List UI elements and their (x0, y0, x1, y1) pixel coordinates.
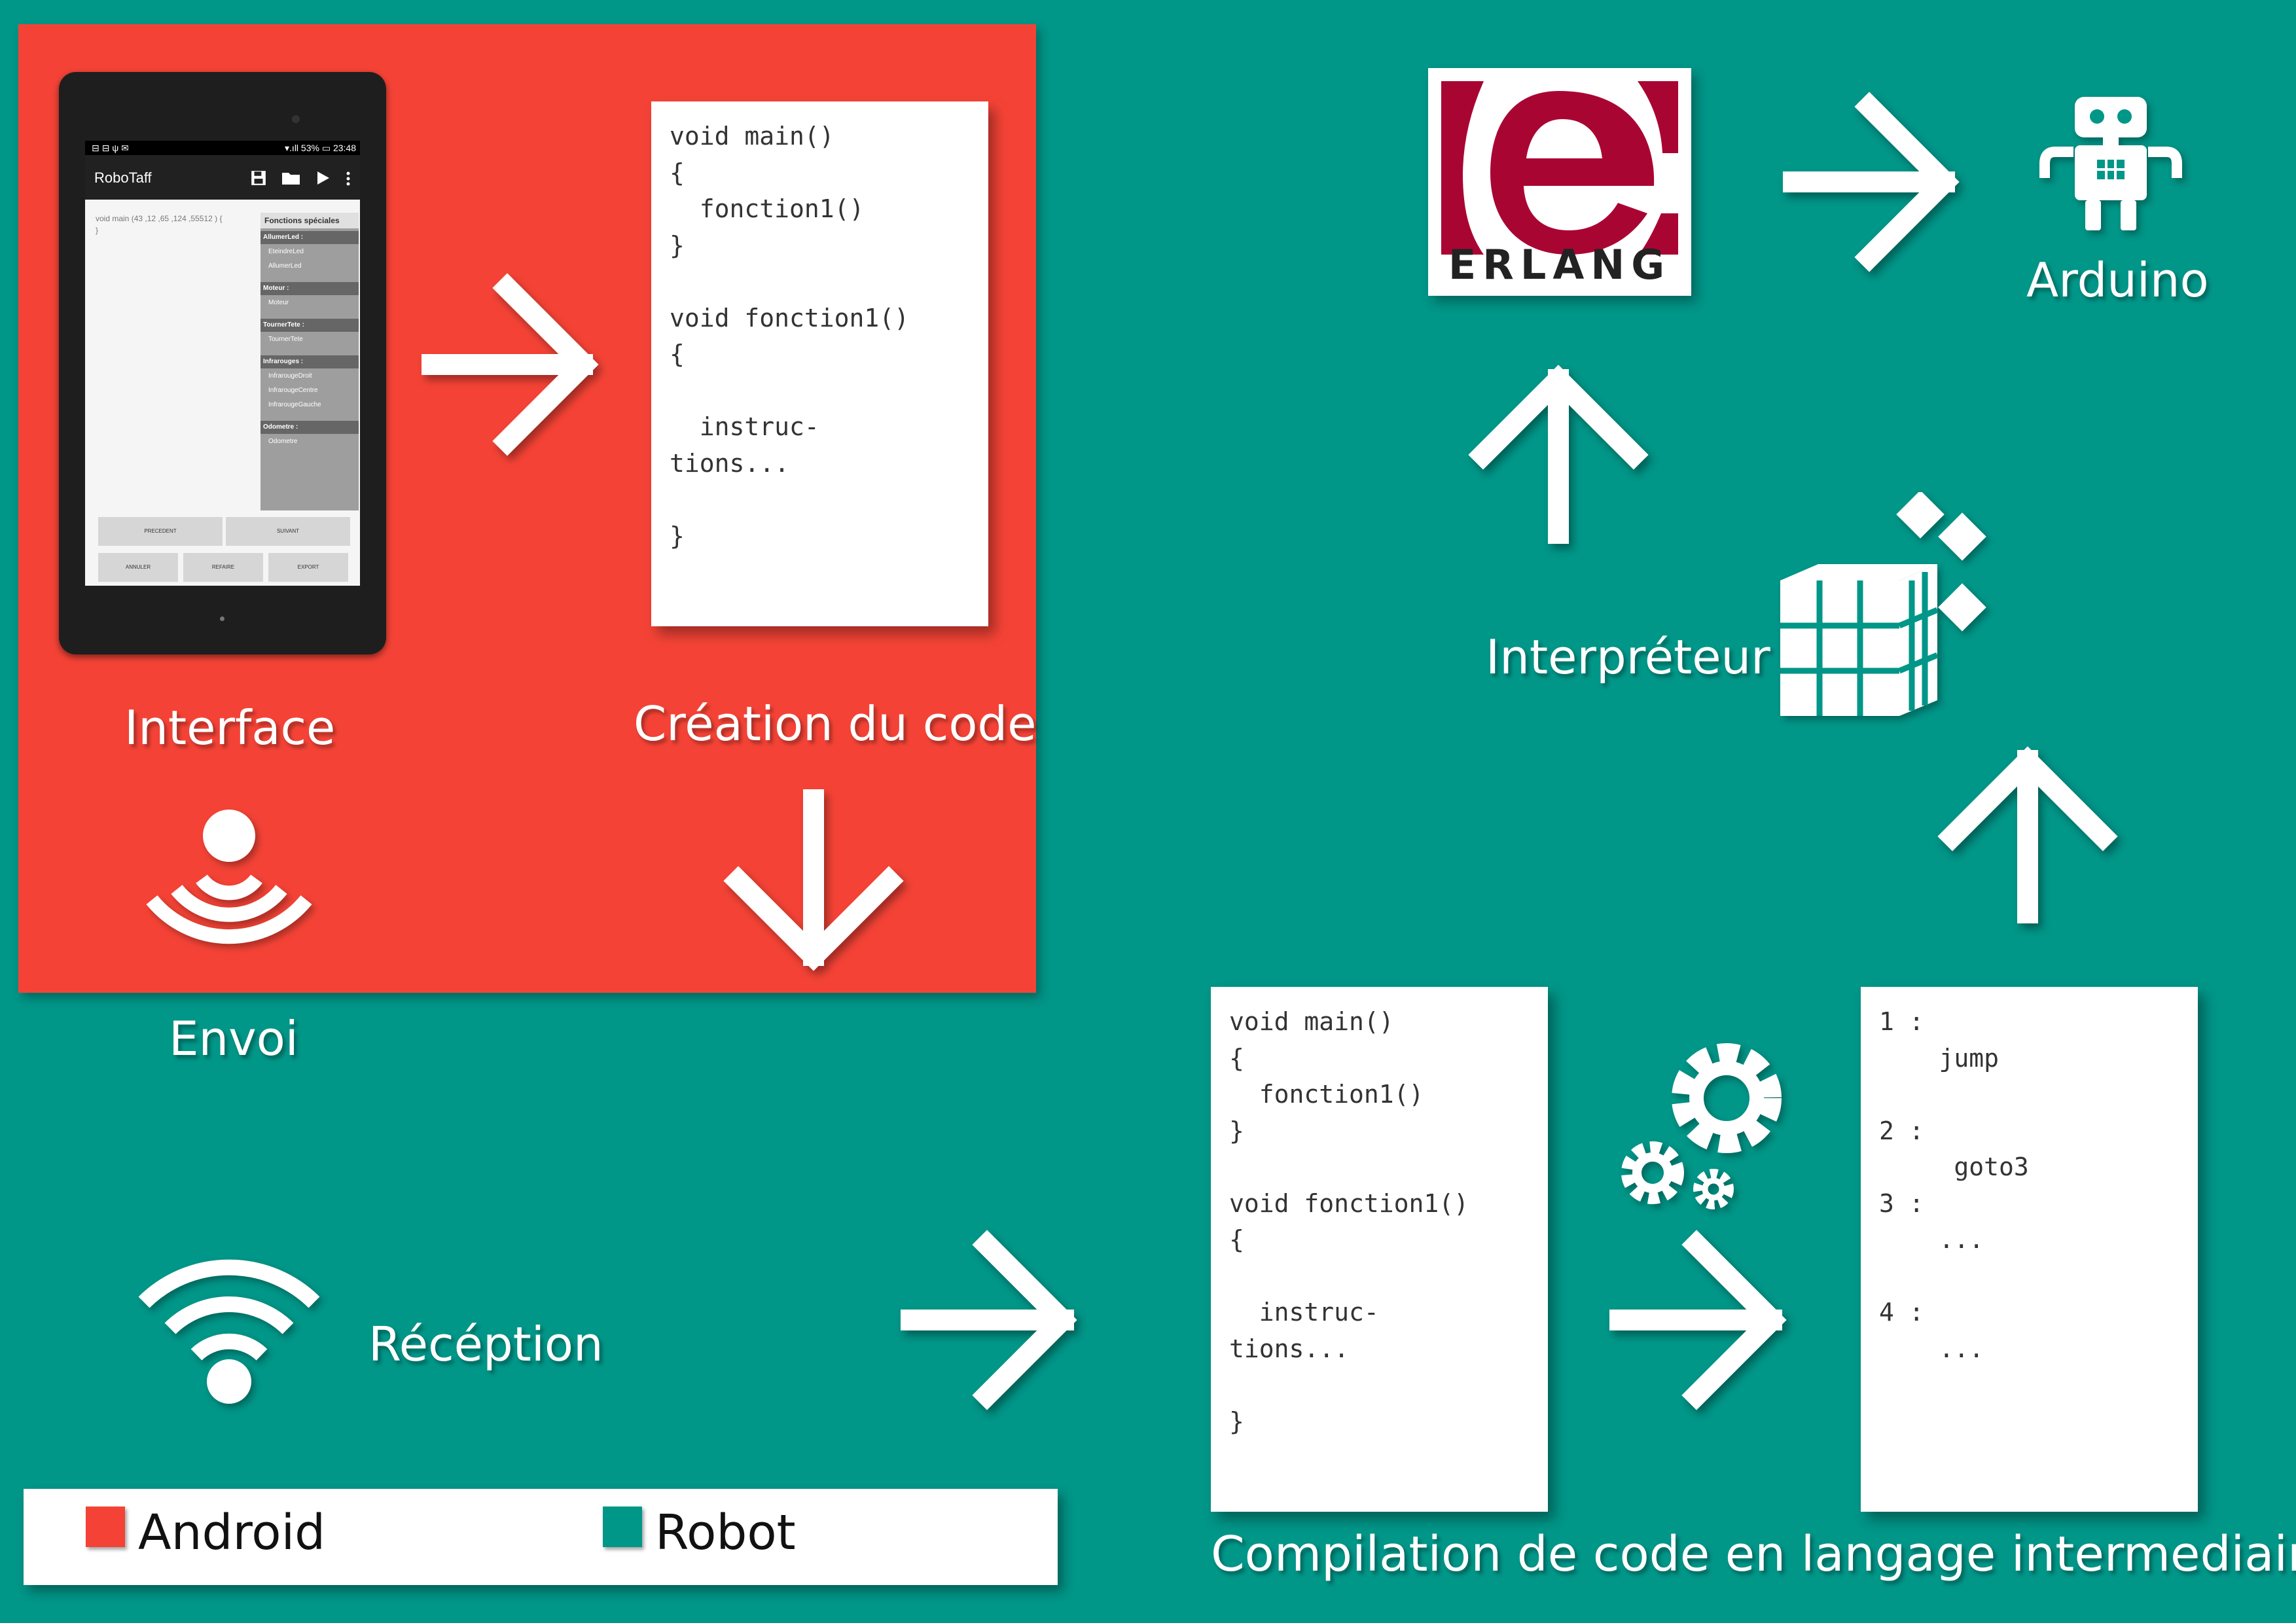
arrow-right-interface-to-code (422, 273, 599, 456)
label-reception: Récéption (368, 1317, 603, 1372)
broadcast-icon (146, 810, 312, 944)
arrow-right-source-to-intermediate (1609, 1230, 1787, 1410)
arrow-up-to-interpreter (1937, 746, 2118, 923)
arrow-right-reception-to-compilation (901, 1230, 1077, 1410)
label-creation: Création du code (634, 696, 1037, 751)
legend-label-android: Android (138, 1505, 326, 1561)
cube-grid-icon (1780, 492, 1986, 716)
arrow-down-code-to-send (723, 789, 904, 971)
arrow-up-to-erlang (1468, 365, 1649, 544)
label-envoi: Envoi (169, 1011, 298, 1066)
label-compilation: Compilation de code en langage intermedi… (1211, 1526, 2296, 1582)
gears-icon (1621, 1043, 1782, 1209)
legend-swatch-robot (603, 1507, 642, 1547)
legend-swatch-android (86, 1507, 125, 1547)
arrows-layer (422, 92, 2118, 1410)
wifi-icon (138, 1259, 320, 1404)
label-arduino: Arduino (2026, 253, 2209, 308)
label-interface: Interface (124, 700, 336, 755)
robot-icon (2039, 97, 2182, 230)
legend: Android Robot (24, 1489, 1058, 1585)
label-interpreteur: Interpréteur (1486, 630, 1770, 685)
arrow-right-erlang-to-arduino (1783, 92, 1960, 272)
legend-label-robot: Robot (655, 1505, 796, 1561)
